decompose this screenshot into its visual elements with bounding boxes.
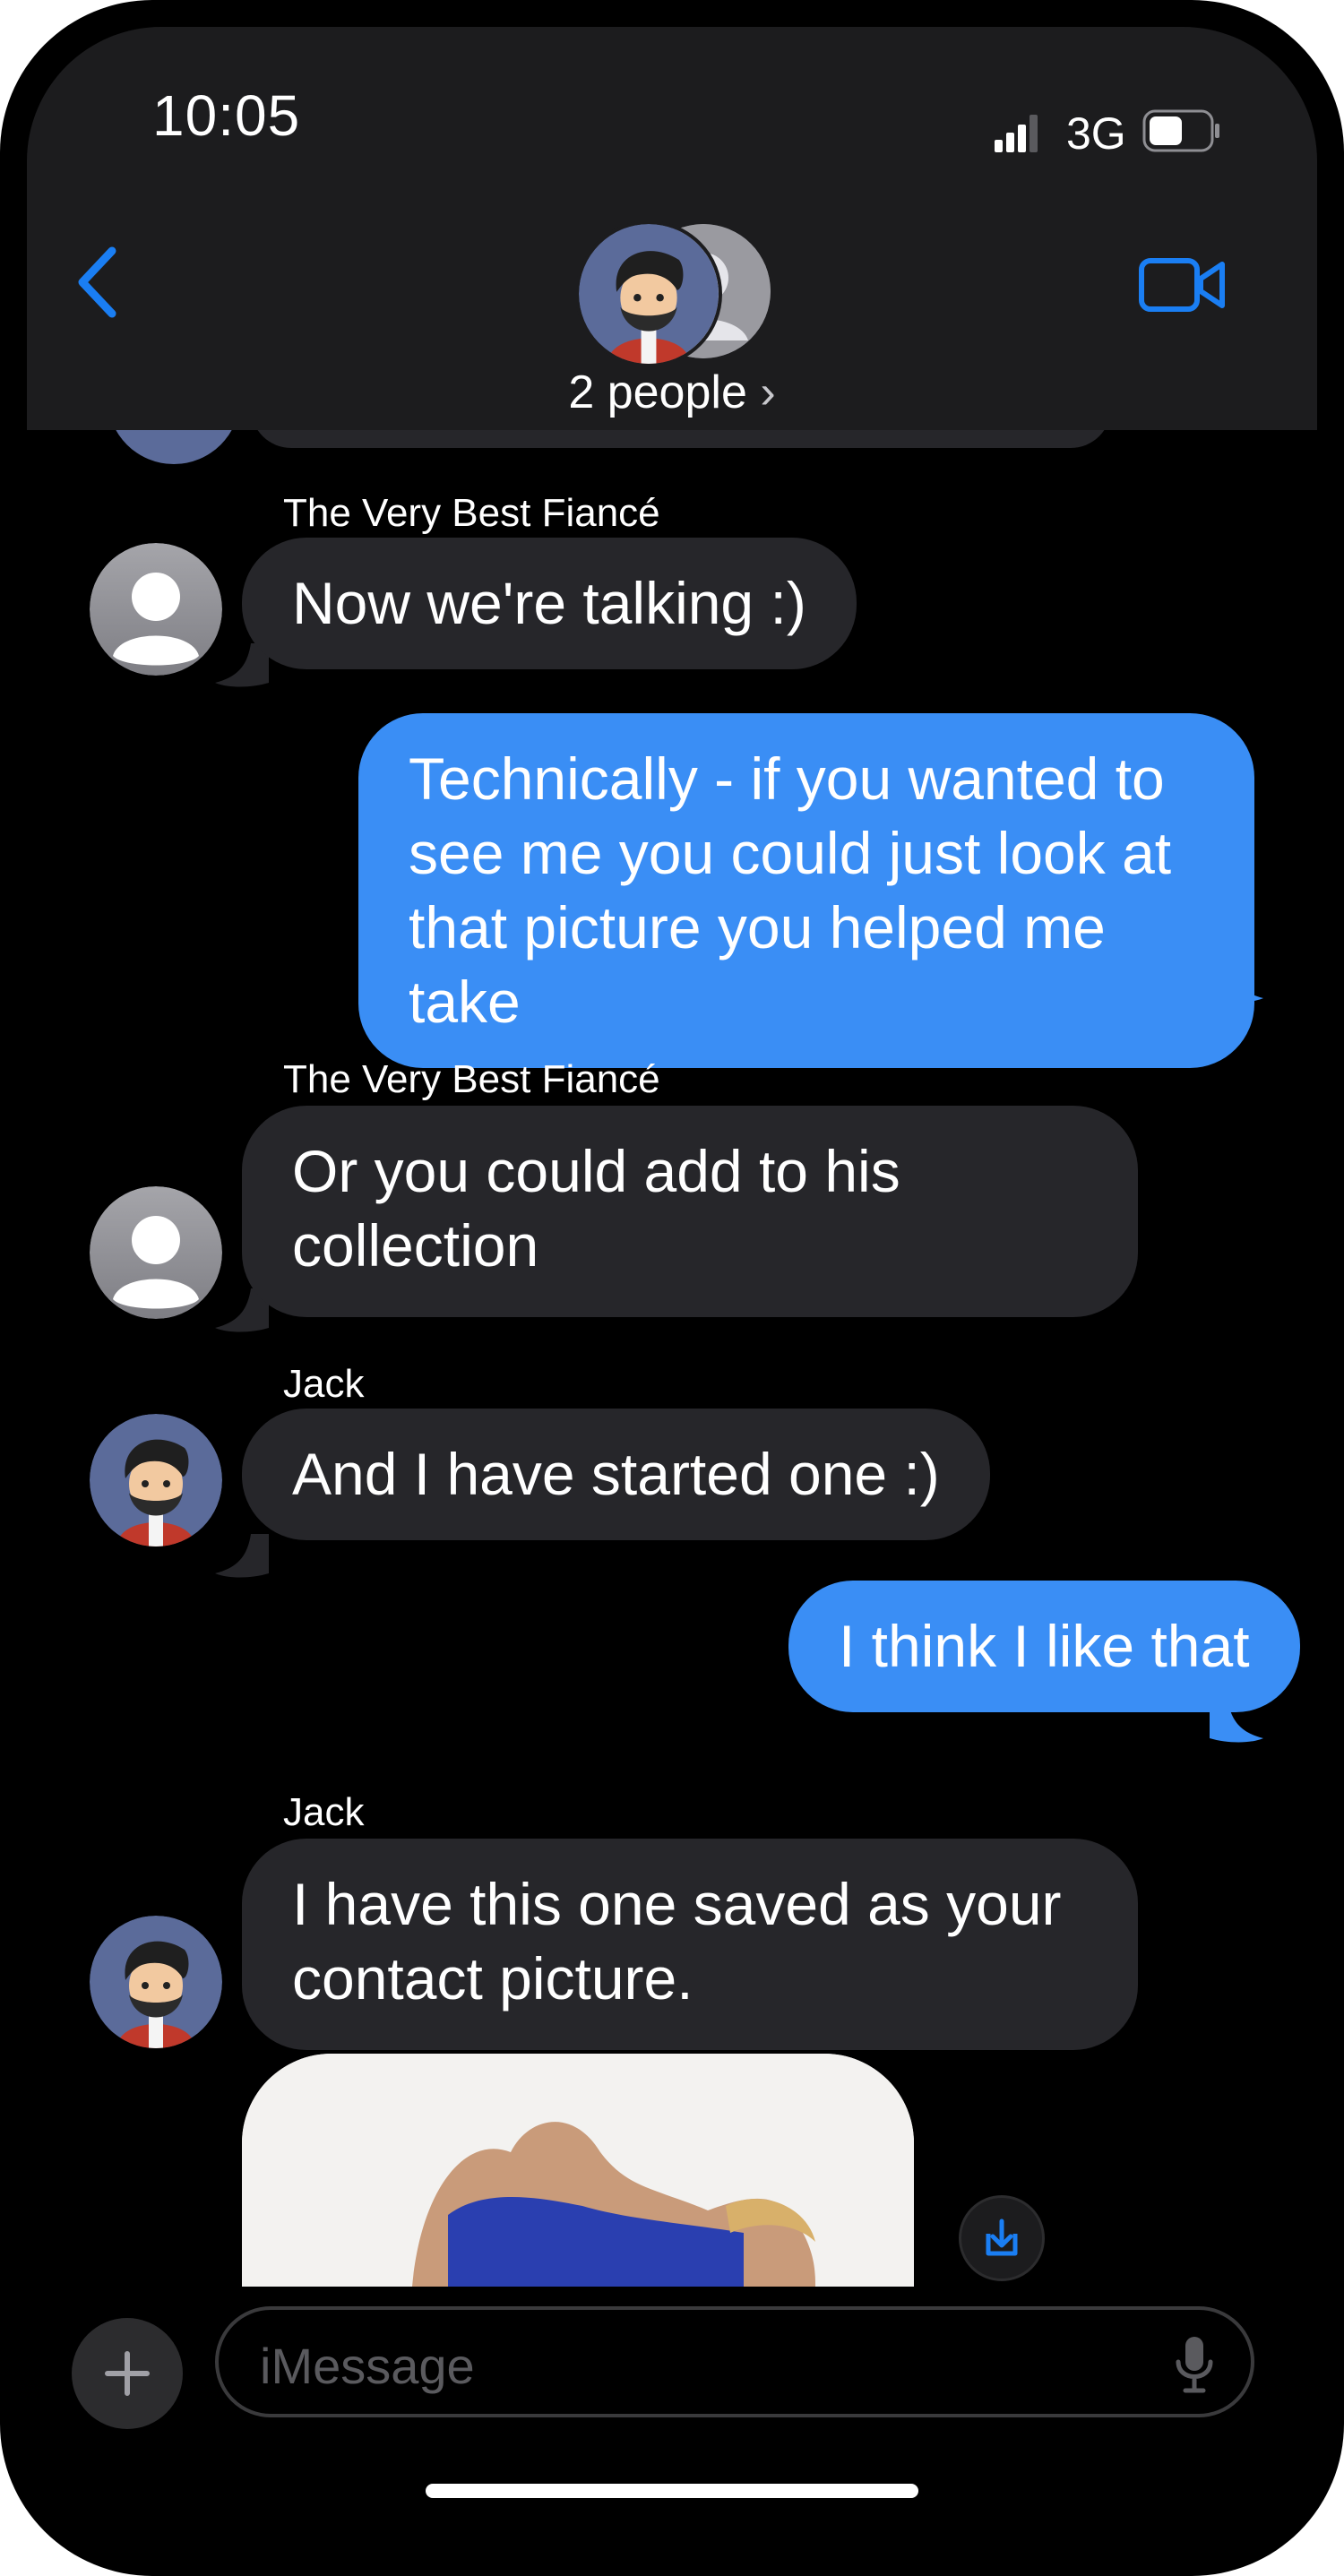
battery-icon [1142, 109, 1219, 152]
message-input[interactable]: iMessage [215, 2306, 1254, 2417]
cartoon-man-avatar [579, 224, 719, 364]
message-composer: iMessage [27, 2287, 1317, 2549]
group-title-button[interactable]: 2 people › [27, 366, 1317, 419]
attached-photo[interactable] [242, 2054, 914, 2287]
incoming-message-bubble[interactable]: I have this one saved as your contact pi… [242, 1839, 1138, 2050]
signal-strength-icon [995, 115, 1038, 152]
group-avatar[interactable] [575, 220, 722, 367]
bubble-tail [215, 1534, 269, 1578]
sender-name: The Very Best Fiancé [283, 1057, 660, 1101]
plus-icon [105, 2351, 150, 2396]
phone-frame: 10:05 3G The Very Best Fiancé Now we're … [0, 0, 1344, 2576]
sender-name: Jack [283, 1362, 365, 1406]
incoming-message-bubble[interactable]: And I have started one :) [242, 1409, 990, 1540]
incoming-message-bubble[interactable]: Now we're talking :) [242, 538, 857, 669]
back-chevron-icon[interactable] [72, 242, 125, 323]
status-time: 10:05 [152, 83, 301, 148]
status-bar: 10:05 3G [27, 27, 1317, 206]
download-icon [986, 2218, 1018, 2256]
chevron-right-icon: › [760, 366, 776, 418]
photo-content [242, 2054, 914, 2287]
cartoon-man-avatar [90, 1916, 222, 2048]
network-type: 3G [1066, 108, 1126, 159]
sender-name: Jack [283, 1790, 365, 1834]
cartoon-man-avatar [90, 1414, 222, 1546]
microphone-icon[interactable] [1174, 2335, 1215, 2394]
outgoing-message-bubble[interactable]: I think I like that [788, 1581, 1300, 1712]
conversation-header: 2 people › [27, 206, 1317, 430]
apps-button[interactable] [72, 2318, 183, 2429]
save-to-photos-button[interactable] [959, 2195, 1045, 2281]
group-title: 2 people [568, 366, 747, 418]
default-person-icon [90, 543, 222, 676]
default-person-icon [90, 1186, 222, 1319]
messages-screen: 10:05 3G The Very Best Fiancé Now we're … [27, 27, 1317, 2549]
message-input-placeholder: iMessage [260, 2338, 475, 2394]
outgoing-message-bubble[interactable]: Technically - if you wanted to see me yo… [358, 713, 1254, 1068]
video-call-icon[interactable] [1138, 255, 1228, 314]
incoming-message-bubble[interactable]: Or you could add to his collection [242, 1106, 1138, 1317]
sender-name: The Very Best Fiancé [283, 491, 660, 535]
home-indicator[interactable] [426, 2484, 918, 2498]
